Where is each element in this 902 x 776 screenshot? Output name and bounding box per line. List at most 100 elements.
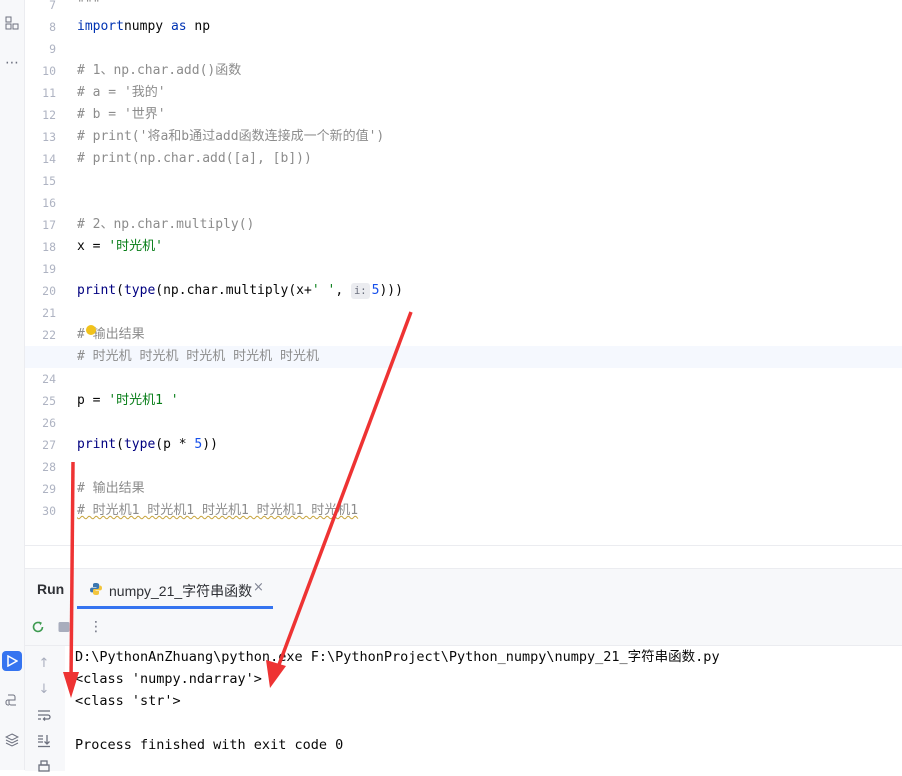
code-comment: # 2、np.char.multiply() bbox=[77, 217, 255, 232]
more-options-icon[interactable]: ⋮ bbox=[87, 618, 105, 636]
code-comment: # b = '世界' bbox=[77, 107, 166, 122]
code-line[interactable]: print(type(np.char.multiply(x+' ', i: 5))… bbox=[77, 280, 902, 302]
layers-icon[interactable] bbox=[2, 730, 22, 750]
code-line[interactable]: # print('将a和b通过add函数连接成一个新的值') bbox=[77, 126, 902, 148]
code-line[interactable] bbox=[77, 302, 902, 324]
code-token: )) bbox=[202, 437, 218, 452]
code-line[interactable]: # 时光机 时光机 时光机 时光机 时光机 bbox=[25, 346, 902, 368]
run-tool-window: Run numpy_21_字符串函数 × ⋮ ↑ ↓ D:\PythonAnZh… bbox=[25, 568, 902, 772]
rerun-icon[interactable] bbox=[29, 618, 47, 636]
code-comment: # 输出结果 bbox=[77, 481, 145, 496]
run-title: Run bbox=[37, 581, 65, 597]
code-token: type bbox=[123, 283, 156, 298]
print-icon[interactable] bbox=[35, 758, 53, 776]
code-line[interactable]: # 时光机1 时光机1 时光机1 时光机1 时光机1 bbox=[77, 500, 902, 522]
line-number: 24 bbox=[42, 372, 56, 386]
code-token: ))) bbox=[379, 283, 403, 298]
run-toolbar: ⋮ bbox=[25, 609, 902, 646]
code-token: ' ' bbox=[311, 283, 336, 298]
code-token: print bbox=[77, 437, 117, 452]
lightbulb-icon[interactable] bbox=[86, 325, 96, 335]
code-line[interactable] bbox=[77, 38, 902, 60]
line-number: 14 bbox=[42, 152, 56, 166]
parameter-hint: i: bbox=[350, 283, 370, 299]
code-line[interactable]: # a = '我的' bbox=[77, 82, 902, 104]
line-number: 7 bbox=[49, 0, 56, 12]
line-number: 11 bbox=[42, 86, 56, 100]
line-number: 15 bbox=[42, 174, 56, 188]
console-output-line: <class 'str'> bbox=[75, 693, 181, 709]
code-line[interactable]: importnumpy as np bbox=[77, 16, 902, 38]
code-line[interactable]: p = '时光机1 ' bbox=[77, 390, 902, 412]
code-line[interactable]: # 1、np.char.add()函数 bbox=[77, 60, 902, 82]
code-line[interactable]: # b = '世界' bbox=[77, 104, 902, 126]
code-line[interactable] bbox=[77, 258, 902, 280]
console-output-line: Process finished with exit code 0 bbox=[75, 737, 344, 753]
line-number: 10 bbox=[42, 64, 56, 78]
soft-wrap-icon[interactable] bbox=[35, 706, 53, 724]
line-number: 8 bbox=[49, 20, 56, 34]
code-line[interactable]: # 输出结果 bbox=[77, 478, 902, 500]
line-number: 29 bbox=[42, 482, 56, 496]
run-tab[interactable]: numpy_21_字符串函数 × bbox=[77, 569, 273, 609]
line-number: 18 bbox=[42, 240, 56, 254]
console-output-line: D:\PythonAnZhuang\python.exe F:\PythonPr… bbox=[75, 649, 720, 665]
line-number: 27 bbox=[42, 438, 56, 452]
python-file-icon bbox=[90, 583, 102, 595]
code-token: (np.char.multiply(x+ bbox=[155, 283, 312, 298]
code-line[interactable]: x = '时光机' bbox=[77, 236, 902, 258]
run-tab-label: numpy_21_字符串函数 bbox=[109, 583, 253, 599]
scroll-to-end-icon[interactable] bbox=[35, 732, 53, 750]
code-token: x = bbox=[77, 239, 109, 254]
code-token: as bbox=[170, 19, 187, 34]
line-number-gutter: 7891011121314151617181920212223242526272… bbox=[25, 0, 73, 545]
code-line[interactable]: # 2、np.char.multiply() bbox=[77, 214, 902, 236]
line-number: 9 bbox=[49, 42, 56, 56]
line-number: 28 bbox=[42, 460, 56, 474]
code-token: ( bbox=[116, 437, 124, 452]
line-number: 26 bbox=[42, 416, 56, 430]
code-token: (p * bbox=[155, 437, 195, 452]
line-number: 25 bbox=[42, 394, 56, 408]
arrow-up-icon[interactable]: ↑ bbox=[35, 654, 53, 672]
code-line[interactable]: # 输出结果 bbox=[77, 324, 902, 346]
more-tools-icon[interactable]: ⋯ bbox=[2, 53, 22, 73]
code-editor[interactable]: 7891011121314151617181920212223242526272… bbox=[25, 0, 902, 545]
code-line[interactable] bbox=[77, 412, 902, 434]
line-number: 21 bbox=[42, 306, 56, 320]
code-token: '时光机1 ' bbox=[108, 393, 179, 408]
line-number: 19 bbox=[42, 262, 56, 276]
code-token: type bbox=[123, 437, 156, 452]
code-comment: # 时光机1 时光机1 时光机1 时光机1 时光机1 bbox=[77, 503, 359, 518]
console-output-line: <class 'numpy.ndarray'> bbox=[75, 671, 262, 687]
line-number: 12 bbox=[42, 108, 56, 122]
stop-icon[interactable] bbox=[55, 618, 73, 636]
line-number: 20 bbox=[42, 284, 56, 298]
code-comment: # print(np.char.add([a], [b])) bbox=[77, 151, 312, 166]
code-line[interactable] bbox=[77, 368, 902, 390]
close-tab-icon[interactable]: × bbox=[253, 580, 264, 595]
arrow-down-icon[interactable]: ↓ bbox=[35, 680, 53, 698]
code-comment: # 时光机 时光机 时光机 时光机 时光机 bbox=[77, 349, 319, 364]
line-number: 30 bbox=[42, 504, 56, 518]
code-line[interactable] bbox=[77, 456, 902, 478]
code-token: '时光机' bbox=[108, 239, 163, 254]
code-text: """ bbox=[77, 0, 101, 12]
code-comment: # 1、np.char.add()函数 bbox=[77, 63, 242, 78]
code-token: import bbox=[77, 19, 124, 34]
left-tool-strip: ⋯ bbox=[0, 0, 25, 770]
code-line[interactable]: print(type(p * 5)) bbox=[77, 434, 902, 456]
code-comment: # a = '我的' bbox=[77, 85, 166, 100]
structure-icon[interactable] bbox=[2, 13, 22, 33]
code-line[interactable] bbox=[77, 170, 902, 192]
code-token: , bbox=[335, 283, 351, 298]
console-side-toolbar: ↑ ↓ bbox=[25, 646, 65, 772]
line-number: 17 bbox=[42, 218, 56, 232]
python-console-icon[interactable] bbox=[2, 690, 22, 710]
code-token: numpy bbox=[123, 19, 171, 34]
code-line[interactable] bbox=[77, 192, 902, 214]
code-line[interactable]: # print(np.char.add([a], [b])) bbox=[77, 148, 902, 170]
code-line[interactable]: """ bbox=[77, 0, 902, 16]
run-tool-icon[interactable] bbox=[2, 651, 22, 671]
code-token: print bbox=[77, 283, 117, 298]
